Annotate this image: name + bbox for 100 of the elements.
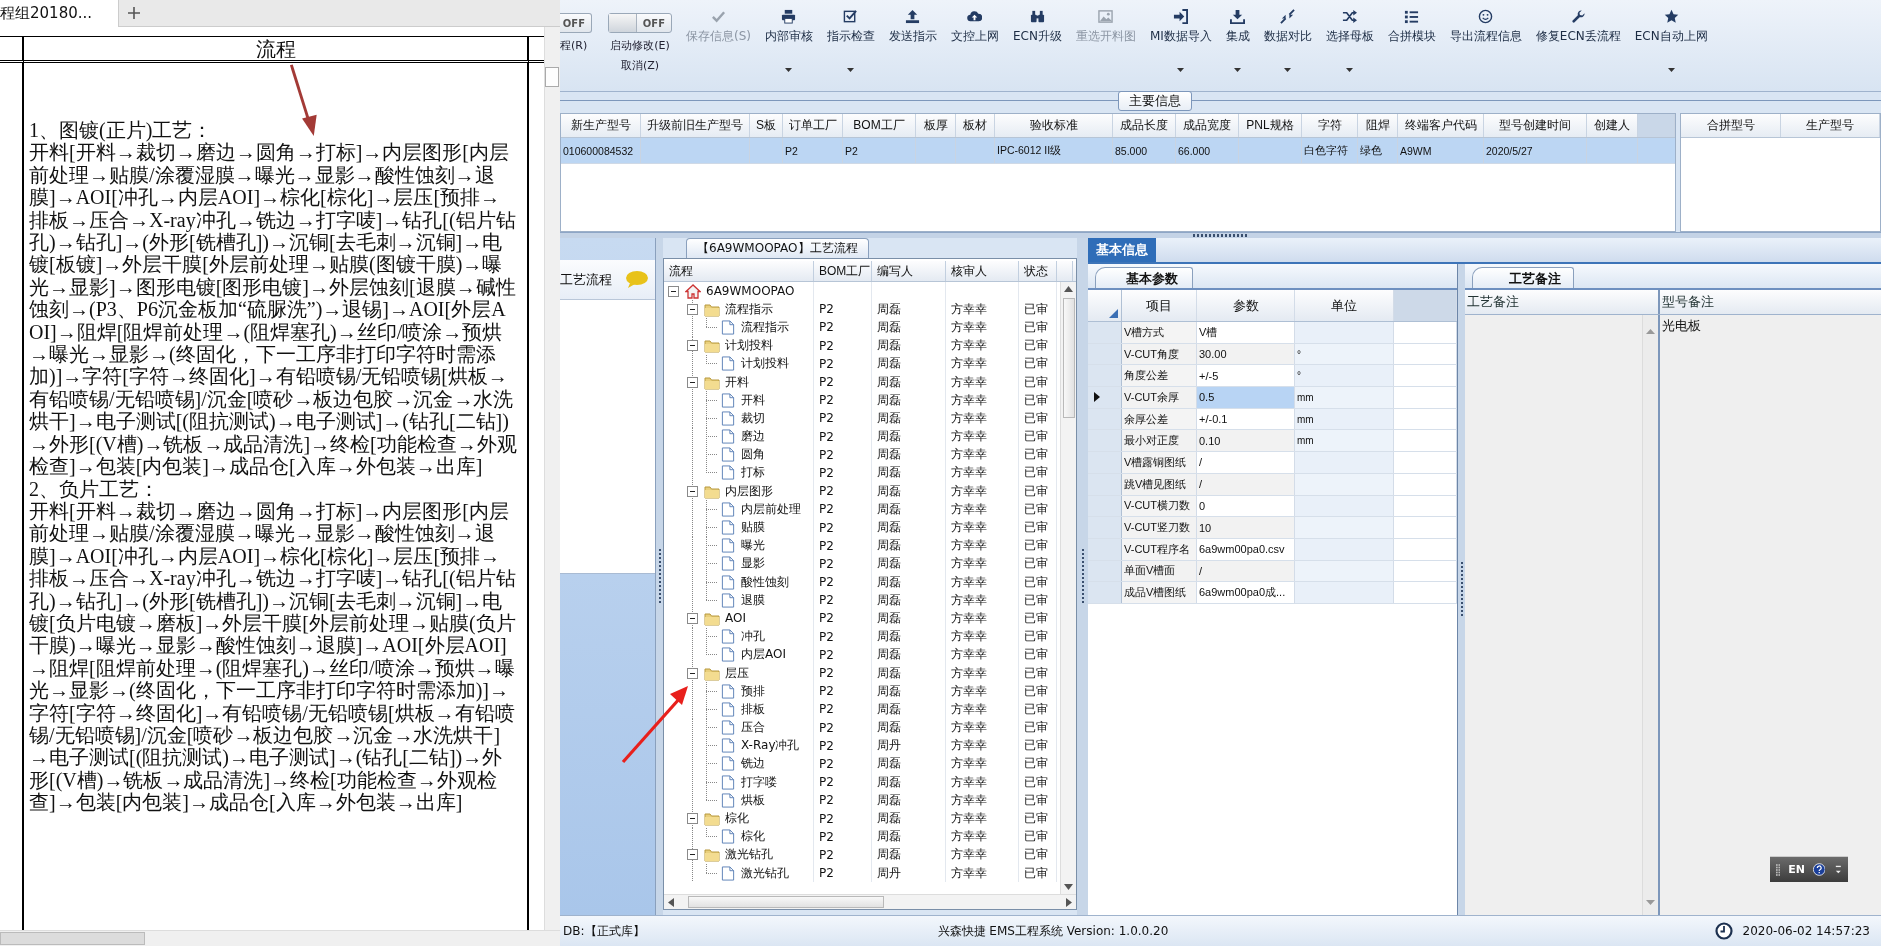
toggle-switch[interactable]: OFF xyxy=(608,13,672,33)
table-row[interactable]: 010600084532 P2 P2 IPC-6012 II级 85.000 66.000 白色字符 绿色 A9WM 2020/5/27 xyxy=(561,138,1675,164)
column-header[interactable]: 板材 xyxy=(956,114,995,137)
tree-label[interactable]: 曝光 xyxy=(741,537,765,555)
tab[interactable]: 工艺备注 xyxy=(1472,267,1574,288)
list-icon[interactable] xyxy=(1404,9,1420,24)
caret-icon[interactable] xyxy=(1346,68,1354,72)
toolbar-button[interactable]: ECN升级 xyxy=(1013,9,1062,91)
tree-label[interactable]: 打标 xyxy=(741,464,765,482)
scroll-down-icon[interactable] xyxy=(1064,884,1073,890)
tree-label[interactable]: 棕化 xyxy=(741,828,765,846)
collapse-toggle[interactable] xyxy=(687,485,698,497)
toolbar-button[interactable]: ECN自动上网 xyxy=(1634,9,1708,91)
collapse-toggle[interactable] xyxy=(687,376,698,388)
scrollbar[interactable] xyxy=(0,930,560,946)
column-header[interactable]: 核审人 xyxy=(946,261,1019,281)
tree-label[interactable]: 6A9WMOOPAO xyxy=(706,284,795,299)
scroll-up-icon[interactable] xyxy=(1064,286,1073,292)
ime-mode[interactable]: EN xyxy=(1788,863,1805,876)
scrollbar[interactable] xyxy=(544,27,560,930)
toolbar-button[interactable]: 导出流程信息 xyxy=(1449,9,1522,91)
toolbar-button[interactable]: 发送指示 xyxy=(889,9,937,91)
column-header[interactable]: 状态 xyxy=(1019,261,1057,281)
column-header[interactable]: 合拼型号 xyxy=(1681,114,1781,137)
tree-label[interactable]: AOI xyxy=(725,611,746,626)
toolbar-button[interactable]: MI数据导入 xyxy=(1149,9,1212,91)
minimize-icon[interactable] xyxy=(1835,865,1842,874)
table-cell[interactable]: 0 xyxy=(1197,495,1295,517)
column-header[interactable]: 参数 xyxy=(1197,290,1295,321)
column-header[interactable]: 型号创建时间 xyxy=(1484,114,1587,137)
panel-tab[interactable]: 【6A9WMOOPAO】工艺流程 xyxy=(686,238,869,258)
table-cell[interactable]: 光电板 xyxy=(1660,315,1703,337)
tree-label[interactable]: 裁切 xyxy=(741,409,765,427)
caret-icon[interactable] xyxy=(1667,68,1675,72)
import-icon[interactable] xyxy=(1173,9,1189,24)
caret-icon[interactable] xyxy=(785,68,793,72)
table-cell[interactable]: 6a9wm00pa0.csv xyxy=(1197,538,1295,560)
tree-label[interactable]: 流程指示 xyxy=(725,300,773,318)
table-cell[interactable]: 0.10 xyxy=(1197,430,1295,452)
table-cell[interactable]: 0.5 xyxy=(1197,387,1295,408)
caret-icon[interactable] xyxy=(1234,68,1242,72)
scrollbar[interactable] xyxy=(664,894,1076,909)
tree-label[interactable]: 退膜 xyxy=(741,591,765,609)
shuffle-icon[interactable] xyxy=(1342,9,1358,24)
column-header[interactable]: 字符 xyxy=(1302,114,1358,137)
toolbar-label[interactable]: 取消(Z) xyxy=(620,59,660,73)
table-cell[interactable]: +/-5 xyxy=(1197,365,1295,387)
column-header[interactable]: 升级前旧生产型号 xyxy=(641,114,750,137)
toolbar-button[interactable]: 选择母板 xyxy=(1325,9,1374,91)
column-header[interactable]: 编写人 xyxy=(872,261,946,281)
tree-label[interactable]: 磨边 xyxy=(741,428,765,446)
grip-icon[interactable] xyxy=(1776,862,1781,877)
column-header[interactable]: 型号备注 xyxy=(1660,290,1714,314)
tree-label[interactable]: 排板 xyxy=(741,700,765,718)
column-header[interactable]: 成品长度 xyxy=(1113,114,1176,137)
star-icon[interactable] xyxy=(1663,9,1679,24)
tree-label[interactable]: X-Ray冲孔 xyxy=(741,737,800,755)
toolbar-button[interactable]: 集成 xyxy=(1225,9,1250,91)
tree-label[interactable]: 层压 xyxy=(725,664,749,682)
caret-icon[interactable] xyxy=(1284,68,1292,72)
scrollbar[interactable] xyxy=(1060,282,1076,894)
scroll-left-icon[interactable] xyxy=(668,897,674,907)
tree-label[interactable]: 内层AOI xyxy=(741,646,786,664)
tree-label[interactable]: 预排 xyxy=(741,682,765,700)
tree-label[interactable]: 计划投料 xyxy=(725,337,773,355)
table-cell[interactable]: 10 xyxy=(1197,517,1295,538)
column-header[interactable]: 流程 xyxy=(664,261,814,281)
ime-toolbar[interactable]: EN xyxy=(1770,856,1848,882)
table-cell[interactable]: / xyxy=(1197,473,1295,495)
cloud-upload-icon[interactable] xyxy=(967,9,983,24)
toolbar-button[interactable]: 数据对比 xyxy=(1263,9,1312,91)
table-cell[interactable]: / xyxy=(1197,452,1295,473)
table-cell[interactable]: / xyxy=(1197,560,1295,582)
toolbar-button[interactable]: 修复ECN丢流程 xyxy=(1535,9,1621,91)
column-header[interactable]: BOM工厂 xyxy=(843,114,916,137)
tree-label[interactable]: 激光钻孔 xyxy=(725,846,773,864)
column-header[interactable]: 阻焊 xyxy=(1358,114,1398,137)
tree-label[interactable]: 内层前处理 xyxy=(741,500,801,518)
tree-label[interactable]: 开料 xyxy=(725,373,749,391)
collapse-toggle[interactable] xyxy=(668,285,679,297)
tree-label[interactable]: 贴膜 xyxy=(741,519,765,537)
collapse-toggle[interactable] xyxy=(687,340,698,352)
column-header[interactable]: 终端客户代码 xyxy=(1398,114,1484,137)
tree-label[interactable]: 激光钻孔 xyxy=(741,864,789,882)
column-header[interactable]: 订单工厂 xyxy=(783,114,843,137)
binoculars-icon[interactable] xyxy=(1029,9,1045,24)
compress-icon[interactable] xyxy=(1280,9,1296,24)
table-cell[interactable]: 6a9wm00pa0成... xyxy=(1197,582,1295,603)
caret-icon[interactable] xyxy=(1177,68,1185,72)
wrench-icon[interactable] xyxy=(1570,9,1586,24)
help-icon[interactable] xyxy=(1812,862,1826,877)
download-icon[interactable] xyxy=(1230,9,1246,24)
toolbar-button[interactable]: 内部审核 xyxy=(765,9,813,91)
collapse-toggle[interactable] xyxy=(687,612,698,624)
tree-label[interactable]: 流程指示 xyxy=(741,318,789,336)
tree-label[interactable]: 圆角 xyxy=(741,446,765,464)
scroll-thumb[interactable] xyxy=(1062,298,1075,418)
tab[interactable]: 基本参数 xyxy=(1095,267,1193,288)
tree-label[interactable]: 打字喽 xyxy=(741,773,777,791)
table-cell[interactable]: V槽 xyxy=(1197,322,1295,343)
